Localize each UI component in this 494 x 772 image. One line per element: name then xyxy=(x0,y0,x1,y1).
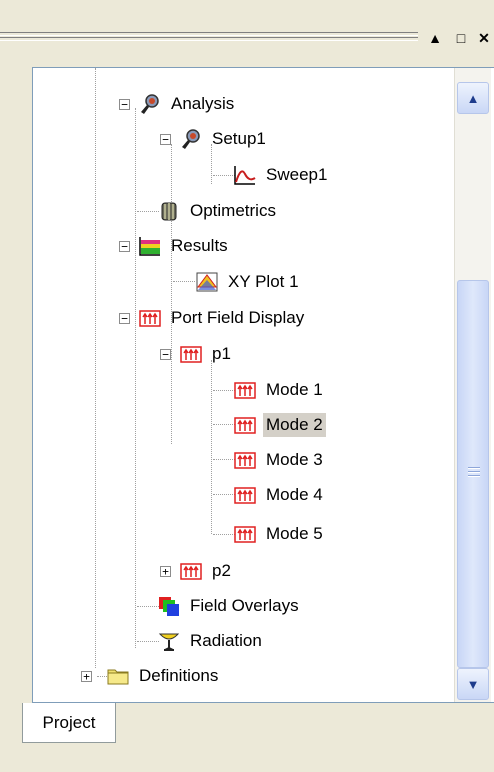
tree-item-mode-1[interactable]: Mode 1 xyxy=(233,373,326,407)
results-icon xyxy=(138,235,162,257)
tree-item-label: Mode 1 xyxy=(266,380,323,399)
port-field-icon xyxy=(233,379,257,401)
tree-connector-line xyxy=(213,534,235,535)
tree-item-label: Mode 2 xyxy=(263,413,326,437)
tree-item-mode-4[interactable]: Mode 4 xyxy=(233,478,326,512)
tab-project[interactable]: Project xyxy=(22,703,116,743)
analysis-icon xyxy=(138,93,162,115)
setup-icon xyxy=(179,128,203,150)
port-field-icon xyxy=(179,343,203,365)
tree-item-radiation[interactable]: Radiation xyxy=(157,624,265,658)
expand-toggle[interactable]: + xyxy=(160,565,171,577)
scroll-down-button[interactable]: ▼ xyxy=(457,668,489,700)
sweep-icon xyxy=(233,164,257,186)
optimetrics-icon xyxy=(157,200,181,222)
folder-icon xyxy=(106,665,130,687)
collapse-toggle[interactable]: − xyxy=(119,98,130,110)
tree-item-label: Sweep1 xyxy=(266,165,328,184)
project-tree-panel[interactable]: − Analysis − Setup1 Sweep1 Optimetrics −… xyxy=(32,67,494,703)
tree-item-label: p1 xyxy=(212,344,231,363)
tree-connector-line xyxy=(95,68,96,668)
vertical-scrollbar[interactable]: ▲ ▼ xyxy=(454,68,491,702)
tree-item-label: XY Plot 1 xyxy=(228,272,299,291)
port-field-icon xyxy=(179,560,203,582)
tree-item-label: Radiation xyxy=(190,631,262,650)
tree-item-definitions[interactable]: + Definitions xyxy=(81,659,221,693)
scrollbar-thumb[interactable] xyxy=(457,280,489,668)
port-field-icon xyxy=(138,307,162,329)
minimize-button[interactable]: ▲ xyxy=(424,27,446,49)
tree-item-label: Definitions xyxy=(139,666,219,685)
tree-connector-line xyxy=(171,144,172,444)
tree-connector-line xyxy=(213,424,235,425)
tree-connector-line xyxy=(137,641,159,642)
tree-item-label: Results xyxy=(171,236,228,255)
xy-plot-icon xyxy=(195,271,219,293)
tree-connector-line xyxy=(213,175,235,176)
tree-connector-line xyxy=(173,281,195,282)
collapse-toggle[interactable]: − xyxy=(119,312,130,324)
close-button[interactable]: ✕ xyxy=(474,27,494,49)
tree-item-label: Mode 5 xyxy=(266,524,323,543)
port-field-icon xyxy=(233,414,257,436)
tree-item-label: Field Overlays xyxy=(190,596,299,615)
tree-connector-line xyxy=(135,108,136,648)
maximize-button[interactable]: □ xyxy=(450,27,472,49)
tree-item-label: Setup1 xyxy=(212,129,266,148)
expand-toggle[interactable]: + xyxy=(81,670,92,682)
tree-item-p1[interactable]: − p1 xyxy=(160,337,234,371)
tree-item-label: Port Field Display xyxy=(171,308,305,327)
titlebar-grip-line xyxy=(0,32,418,36)
tree-item-field-overlays[interactable]: Field Overlays xyxy=(157,589,302,623)
tree-item-label: Analysis xyxy=(171,94,235,113)
tree-item-setup1[interactable]: − Setup1 xyxy=(160,122,269,156)
tree-item-mode-2[interactable]: Mode 2 xyxy=(233,408,326,442)
tree-connector-line xyxy=(213,494,235,495)
port-field-icon xyxy=(233,449,257,471)
tree-item-p2[interactable]: + p2 xyxy=(160,554,234,588)
collapse-toggle[interactable]: − xyxy=(119,240,130,252)
collapse-toggle[interactable]: − xyxy=(160,348,171,360)
panel-titlebar: ▲ □ ✕ xyxy=(0,0,494,52)
field-overlays-icon xyxy=(157,595,181,617)
tree-item-mode-5[interactable]: Mode 5 xyxy=(233,517,326,551)
tree-item-optimetrics[interactable]: Optimetrics xyxy=(157,194,279,228)
collapse-toggle[interactable]: − xyxy=(160,133,171,145)
tree-connector-line xyxy=(137,606,159,607)
scroll-up-button[interactable]: ▲ xyxy=(457,82,489,114)
port-field-icon xyxy=(233,484,257,506)
scroll-grip-icon xyxy=(468,467,480,479)
tree-item-label: p2 xyxy=(212,561,231,580)
tree-item-label: Optimetrics xyxy=(190,201,276,220)
tree-connector-line xyxy=(213,459,235,460)
tree-item-port-field-display[interactable]: − Port Field Display xyxy=(119,301,307,335)
tree-connector-line xyxy=(137,211,159,212)
tree-item-mode-3[interactable]: Mode 3 xyxy=(233,443,326,477)
tree-connector-line xyxy=(211,360,212,534)
tree-item-sweep1[interactable]: Sweep1 xyxy=(233,158,330,192)
radiation-icon xyxy=(157,630,181,652)
tree-item-analysis[interactable]: − Analysis xyxy=(119,87,237,121)
tree-item-label: Mode 4 xyxy=(266,485,323,504)
tree-item-results[interactable]: − Results xyxy=(119,229,231,263)
bottom-tab-strip: Project xyxy=(0,703,494,772)
tree-item-xy-plot-1[interactable]: XY Plot 1 xyxy=(195,265,302,299)
titlebar-grip-line xyxy=(0,37,418,41)
tree-item-label: Mode 3 xyxy=(266,450,323,469)
port-field-icon xyxy=(233,523,257,545)
tree-connector-line xyxy=(213,390,235,391)
